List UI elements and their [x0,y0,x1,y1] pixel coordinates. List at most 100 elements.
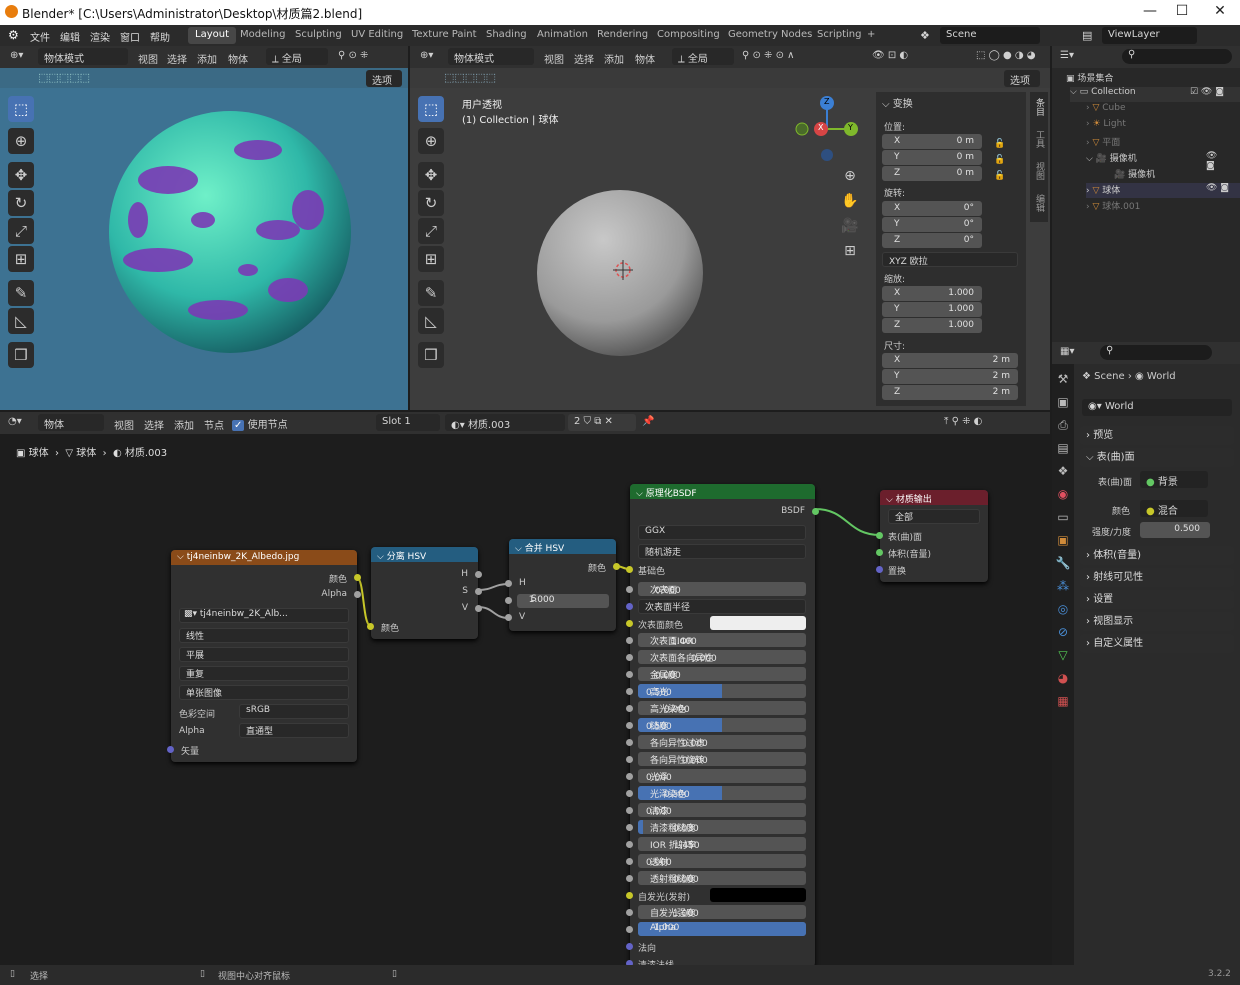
color-input-field[interactable]: ● 混合 [1140,500,1208,517]
blender-menu-icon[interactable]: ⚙ [8,28,19,42]
render-tab-icon[interactable]: ▣ [1052,391,1074,414]
tab-edit[interactable]: 编辑 [1033,194,1046,212]
dim-x-field[interactable]: X2 m [882,353,1018,368]
vp2-menu-object[interactable]: 物体 [635,51,655,66]
add-workspace-button[interactable]: + [860,27,882,44]
vp2-select-mode-icons[interactable]: ⬚⬚⬚⬚⬚ [444,71,496,84]
image-datablock-field[interactable]: ▩▾ tj4neinbw_2K_Alb... [179,608,349,623]
dim-y-field[interactable]: Y2 m [882,369,1018,384]
extension-select[interactable]: 重复 [179,666,349,681]
camera-view-icon[interactable]: 🎥 [840,214,860,239]
vp2-menu-view[interactable]: 视图 [544,51,564,66]
outliner-item-camera-data[interactable]: 🎥 摄像机 [1114,167,1155,182]
bsdf-header[interactable]: ⌵ 原理化BSDF [630,484,815,499]
bsdf-socket[interactable] [626,739,633,746]
bsdf-slider[interactable]: 各向异性过滤0.000 [638,735,806,749]
world-datablock-field[interactable]: ◉▾ World [1082,399,1232,416]
bsdf-slider[interactable]: 糙度0.500 [638,718,806,732]
loc-z-field[interactable]: Z0 m [882,166,982,181]
loc-y-field[interactable]: Y0 m [882,150,982,165]
bsdf-slider[interactable]: 次表面各向异性0.000 [638,650,806,664]
snap-icon[interactable]: ⚲ ⊙ ⁜ [338,50,368,61]
section-ray-visibility[interactable]: › 射线可见性 [1080,568,1234,587]
bsdf-socket[interactable] [626,841,633,848]
section-custom-props[interactable]: › 自定义属性 [1080,634,1234,653]
material-field[interactable]: ◐▾ 材质.003 [445,414,565,431]
use-nodes-checkbox[interactable]: ✓ 使用节点 [232,416,288,431]
solid-viewport[interactable]: 用户透视 (1) Collection | 球体 ⬚ ⊕ ✥ ↻ ⤢ ⊞ ✎ ◺… [410,88,1050,410]
material-tab-icon[interactable]: ◕ [1052,667,1074,690]
zoom-icon[interactable]: ⊕ [840,164,860,189]
view-layer-tab-icon[interactable]: ▤ [1052,437,1074,460]
move-tool-icon[interactable]: ✥ [8,162,34,188]
vp2-editor-type-icon[interactable]: ⊕▾ [420,50,433,61]
tab-animation[interactable]: Animation [530,27,595,44]
collection-tab-icon[interactable]: ▭ [1052,506,1074,529]
image-node-header[interactable]: ⌵ tj4neinbw_2K_Albedo.jpg [171,550,357,565]
section-volume[interactable]: › 体积(音量) [1080,546,1234,565]
properties-type-icon[interactable]: ▦▾ [1060,346,1074,357]
bsdf-slider[interactable]: IOR 折射率1.450 [638,837,806,851]
sep-v-socket[interactable] [475,605,482,612]
section-preview[interactable]: › 预览 [1080,426,1234,445]
vp1-menu-add[interactable]: 添加 [197,51,217,66]
output-volume-socket[interactable] [876,549,883,556]
comb-s-field[interactable]: S1.000 [517,594,609,608]
bsdf-socket[interactable] [626,875,633,882]
node-menu-select[interactable]: 选择 [144,417,164,432]
sep-s-socket[interactable] [475,588,482,595]
tab-compositing[interactable]: Compositing [650,27,727,44]
bsdf-slider[interactable]: 透射0.000 [638,854,806,868]
shader-type-select[interactable]: 物体 [38,414,104,431]
strength-field[interactable]: 0.500 [1140,522,1210,538]
image-color-socket[interactable] [354,574,361,581]
vp2-menu-add[interactable]: 添加 [604,51,624,66]
loc-x-field[interactable]: X0 m [882,134,982,149]
sep-color-in-socket[interactable] [367,623,374,630]
navigation-gizmo[interactable]: Z Y X [792,94,862,164]
bsdf-socket[interactable] [626,654,633,661]
scene-tab-icon[interactable]: ❖ [1052,460,1074,483]
collection-row[interactable]: ⌵ ▭ Collection ☑ 👁 ◙ [1070,87,1240,102]
texture-tab-icon[interactable]: ▦ [1052,690,1074,713]
image-alpha-socket[interactable] [354,591,361,598]
output-tab-icon[interactable]: ⎙ [1052,414,1074,437]
shading-mode-icons[interactable]: ⬚ ◯ ● ◑ ◕ [976,50,1036,61]
vp2-measure-tool-icon[interactable]: ◺ [418,308,444,334]
bsdf-color-swatch[interactable] [710,616,806,630]
pan-hand-icon[interactable]: ✋ [840,189,860,214]
pin-icon[interactable]: 📌 [642,416,654,427]
data-tab-icon[interactable]: ▽ [1052,644,1074,667]
maximize-button[interactable]: ☐ [1167,3,1197,19]
bsdf-slider[interactable]: 高光染色0.000 [638,701,806,715]
outliner-item-light[interactable]: › ☀ Light [1086,119,1126,134]
bsdf-slider[interactable]: 次表面0.000 [638,582,806,596]
vp2-select-box-tool-icon[interactable]: ⬚ [418,96,444,122]
cursor-tool-icon[interactable]: ⊕ [8,128,34,154]
bsdf-socket[interactable] [626,892,633,899]
tab-uv-editing[interactable]: UV Editing [344,27,410,44]
object-tab-icon[interactable]: ▣ [1052,529,1074,552]
bsdf-socket[interactable] [626,756,633,763]
vp2-cursor-tool-icon[interactable]: ⊕ [418,128,444,154]
rot-y-field[interactable]: Y 0° [882,217,982,232]
scale-z-field[interactable]: Z 1.000 [882,318,982,333]
minimize-button[interactable]: — [1135,3,1165,19]
scene-field[interactable]: Scene [940,27,1040,44]
combine-hsv-node[interactable]: ⌵ 合并 HSV 颜色 H S1.000 V [505,539,620,631]
vp1-menu-select[interactable]: 选择 [167,51,187,66]
transform-tool-icon[interactable]: ⊞ [8,246,34,272]
select-box-tool-icon[interactable]: ⬚ [8,96,34,122]
vp2-annotate-tool-icon[interactable]: ✎ [418,280,444,306]
measure-tool-icon[interactable]: ◺ [8,308,34,334]
combine-hsv-header[interactable]: ⌵ 合并 HSV [509,539,616,554]
slot-select[interactable]: Slot 1 [376,414,440,431]
bsdf-slider[interactable]: 透射粗糙度0.000 [638,871,806,885]
bsdf-socket[interactable] [626,688,633,695]
section-surface[interactable]: ⌵ 表(曲)面 [1080,448,1234,467]
bsdf-slider[interactable]: 自发光强度1.000 [638,905,806,919]
close-button[interactable]: ✕ [1205,3,1235,19]
node-editor-type-icon[interactable]: ◔▾ [8,416,22,427]
bsdf-socket[interactable] [626,773,633,780]
bsdf-socket[interactable] [626,637,633,644]
